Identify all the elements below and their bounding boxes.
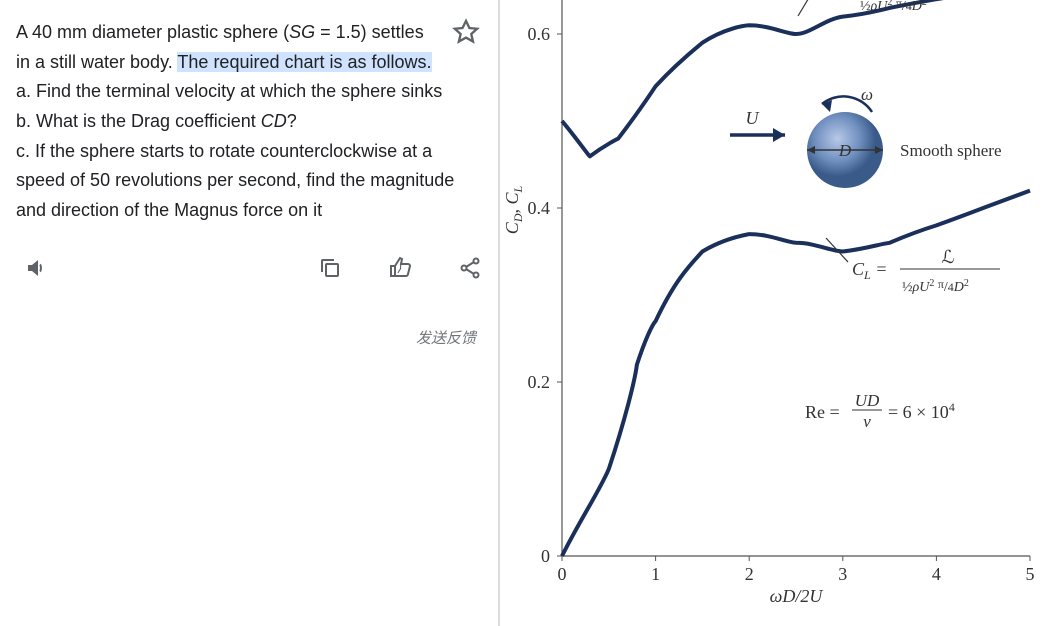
share-icon: [458, 256, 482, 280]
svg-text:= 6 × 104: = 6 × 104: [888, 400, 955, 422]
svg-text:ℒ: ℒ: [942, 247, 955, 267]
svg-text:½ρU2 π/4D2: ½ρU2 π/4D2: [860, 0, 927, 14]
feedback-link[interactable]: 发送反馈: [16, 327, 482, 348]
x-tick-0: 0: [558, 564, 567, 584]
svg-text:CL =: CL =: [852, 259, 887, 282]
omega-label: ω: [861, 85, 873, 104]
question-block: A 40 mm diameter plastic sphere (SG = 1.…: [16, 18, 482, 226]
x-ticks: 0 1 2 3 4 5: [558, 556, 1035, 584]
u-label: U: [746, 108, 760, 128]
cd-curve: [562, 0, 1030, 156]
svg-text:Re =: Re =: [805, 402, 840, 422]
x-tick-4: 4: [932, 564, 941, 584]
action-toolbar: [16, 256, 482, 285]
y-ticks: 0 0.2 0.4 0.6 0.8: [528, 0, 563, 566]
x-tick-5: 5: [1026, 564, 1035, 584]
svg-text:v: v: [863, 412, 871, 431]
left-panel: A 40 mm diameter plastic sphere (SG = 1.…: [0, 0, 498, 626]
cl-formula: CL = ℒ ½ρU2 π/4D2: [826, 238, 1000, 295]
star-icon: [452, 18, 480, 46]
y-tick-2: 0.4: [528, 198, 551, 218]
x-tick-2: 2: [745, 564, 754, 584]
q-c: c. If the sphere starts to rotate counte…: [16, 137, 482, 226]
re-annotation: Re = UD v = 6 × 104: [805, 391, 955, 431]
question-text: A 40 mm diameter plastic sphere (SG = 1.…: [16, 18, 482, 77]
q-b-italic: CD: [261, 111, 287, 131]
q-intro-1: A 40 mm diameter plastic sphere (: [16, 22, 289, 42]
svg-text:½ρU2 π/4D2: ½ρU2 π/4D2: [902, 277, 969, 295]
copy-button[interactable]: [318, 256, 342, 285]
sound-icon: [24, 256, 48, 280]
chart-panel: 0 0.2 0.4 0.6 0.8 0 1 2 3: [500, 0, 1044, 626]
y-tick-3: 0.6: [528, 24, 551, 44]
q-sg: SG: [289, 22, 315, 42]
chart-svg: 0 0.2 0.4 0.6 0.8 0 1 2 3: [500, 0, 1044, 626]
svg-text:CD =: CD =: [810, 0, 847, 1]
svg-text:UD: UD: [855, 391, 880, 410]
x-axis-label: ωD/2U: [770, 586, 824, 606]
q-b-2: ?: [287, 111, 297, 131]
smooth-sphere-label: Smooth sphere: [900, 141, 1002, 160]
q-a: a. Find the terminal velocity at which t…: [16, 77, 482, 107]
cl-curve: [562, 191, 1030, 556]
q-b-1: b. What is the Drag coefficient: [16, 111, 261, 131]
y-tick-0: 0: [541, 546, 550, 566]
y-axis-label: CD, CL: [502, 185, 525, 234]
d-label: D: [838, 141, 852, 160]
thumbs-icon: [388, 256, 412, 280]
thumbs-button[interactable]: [388, 256, 412, 285]
x-tick-1: 1: [651, 564, 660, 584]
q-highlighted: The required chart is as follows.: [177, 52, 431, 72]
x-tick-3: 3: [838, 564, 847, 584]
share-button[interactable]: [458, 256, 482, 285]
copy-icon: [318, 256, 342, 280]
sound-button[interactable]: [24, 256, 48, 285]
bookmark-button[interactable]: [452, 18, 480, 46]
y-tick-1: 0.2: [528, 372, 551, 392]
cd-formula: CD = 𝒟 ½ρU2 π/4D2: [798, 0, 958, 16]
q-b: b. What is the Drag coefficient CD?: [16, 107, 482, 137]
